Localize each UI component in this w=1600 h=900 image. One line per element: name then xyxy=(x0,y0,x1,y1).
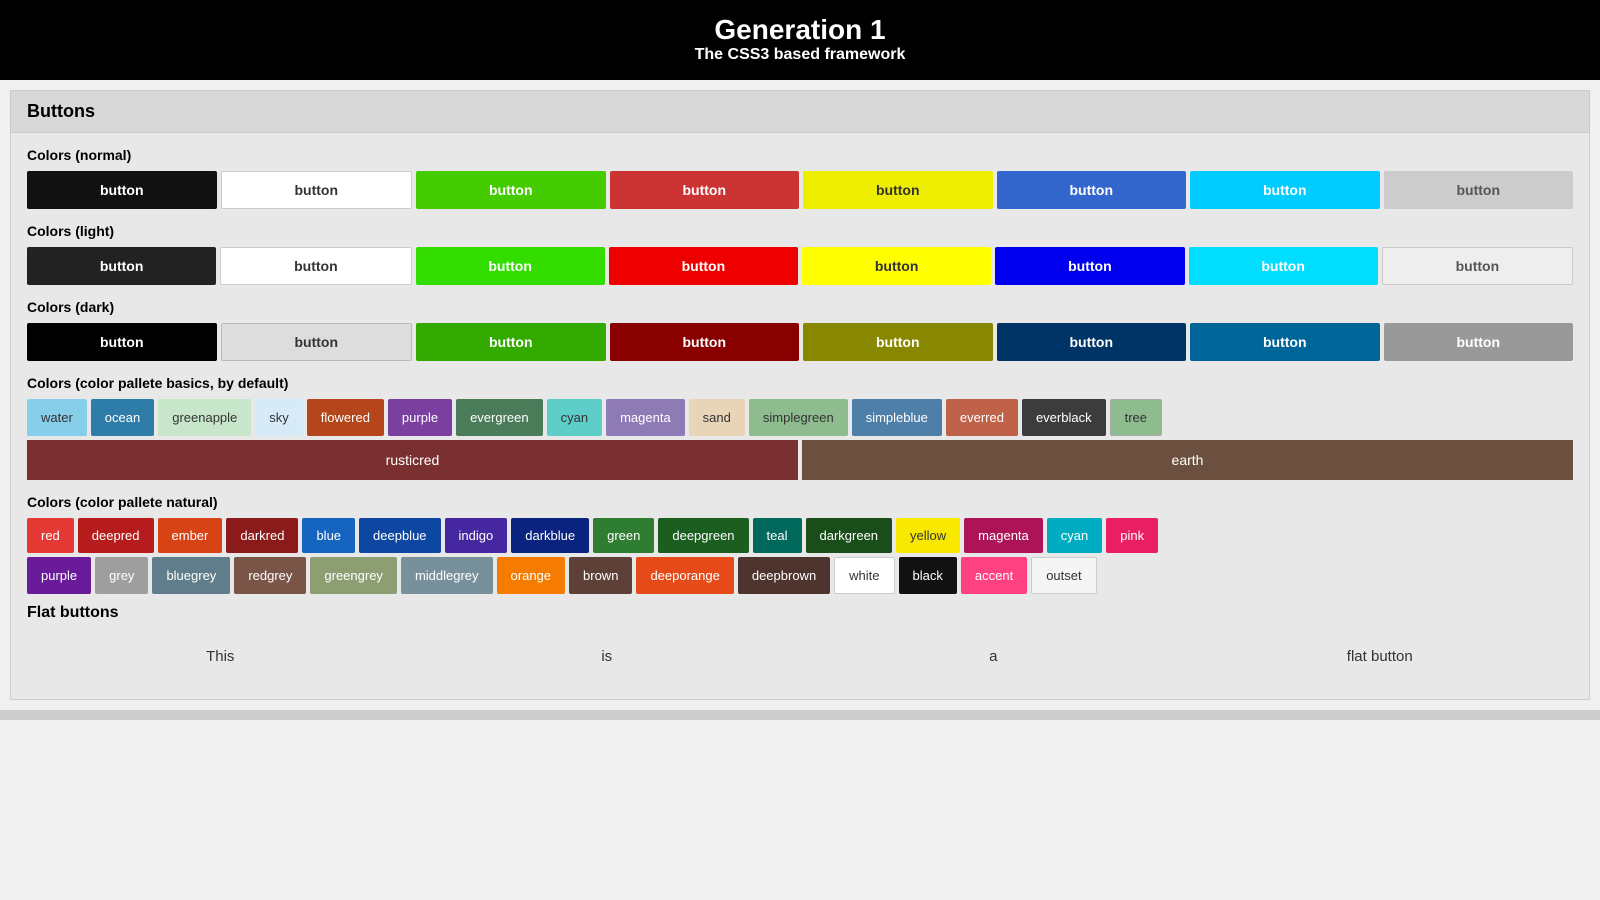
btn-black-natural[interactable]: black xyxy=(899,557,957,594)
btn-yellow-normal[interactable]: button xyxy=(803,171,993,209)
btn-white-dark[interactable]: button xyxy=(221,323,413,361)
palette-basics-row: water ocean greenapple sky flowered purp… xyxy=(27,399,1573,436)
section-title: Buttons xyxy=(11,91,1589,133)
btn-greengrey[interactable]: greengrey xyxy=(310,557,397,594)
btn-accent[interactable]: accent xyxy=(961,557,1027,594)
btn-purple[interactable]: purple xyxy=(27,557,91,594)
natural-row1: red deepred ember darkred blue deepblue … xyxy=(27,518,1573,553)
btn-green-normal[interactable]: button xyxy=(416,171,606,209)
btn-darkgreen[interactable]: darkgreen xyxy=(806,518,893,553)
btn-deepblue[interactable]: deepblue xyxy=(359,518,441,553)
btn-black-normal[interactable]: button xyxy=(27,171,217,209)
btn-magenta-palette[interactable]: magenta xyxy=(606,399,685,436)
btn-blue-dark[interactable]: button xyxy=(997,323,1187,361)
colors-natural-label: Colors (color pallete natural) xyxy=(27,494,1573,510)
btn-teal[interactable]: teal xyxy=(753,518,802,553)
btn-yellow[interactable]: yellow xyxy=(896,518,960,553)
light-button-row: button button button button button butto… xyxy=(27,247,1573,285)
wide-btn-row: rusticred earth xyxy=(27,440,1573,480)
page-header: Generation 1 The CSS3 based framework xyxy=(0,0,1600,80)
btn-green-light[interactable]: button xyxy=(416,247,605,285)
btn-blue-light[interactable]: button xyxy=(995,247,1184,285)
btn-white-normal[interactable]: button xyxy=(221,171,413,209)
btn-greenapple[interactable]: greenapple xyxy=(158,399,251,436)
btn-ember[interactable]: ember xyxy=(158,518,223,553)
btn-white2-light[interactable]: button xyxy=(1382,247,1573,285)
btn-white[interactable]: white xyxy=(834,557,894,594)
btn-magenta[interactable]: magenta xyxy=(964,518,1043,553)
btn-cyan[interactable]: cyan xyxy=(1047,518,1102,553)
btn-simpleblue[interactable]: simpleblue xyxy=(852,399,942,436)
btn-yellow-light[interactable]: button xyxy=(802,247,991,285)
btn-green-dark[interactable]: button xyxy=(416,323,606,361)
flat-btn-is[interactable]: is xyxy=(414,634,801,679)
btn-green[interactable]: green xyxy=(593,518,654,553)
btn-darkred[interactable]: darkred xyxy=(226,518,298,553)
btn-red-light[interactable]: button xyxy=(609,247,798,285)
btn-white-light[interactable]: button xyxy=(220,247,411,285)
btn-red[interactable]: red xyxy=(27,518,74,553)
colors-normal-label: Colors (normal) xyxy=(27,147,1573,163)
btn-red-dark[interactable]: button xyxy=(610,323,800,361)
btn-yellow-dark[interactable]: button xyxy=(803,323,993,361)
btn-earth[interactable]: earth xyxy=(802,440,1573,480)
btn-cyan-palette[interactable]: cyan xyxy=(547,399,602,436)
btn-deeporange[interactable]: deeporange xyxy=(636,557,733,594)
btn-sand[interactable]: sand xyxy=(689,399,745,436)
flat-btn-this[interactable]: This xyxy=(27,634,414,679)
btn-pink[interactable]: pink xyxy=(1106,518,1158,553)
btn-grey-normal[interactable]: button xyxy=(1384,171,1574,209)
btn-evergreen[interactable]: evergreen xyxy=(456,399,543,436)
btn-middlegrey[interactable]: middlegrey xyxy=(401,557,493,594)
flat-button-row: This is a flat button xyxy=(27,634,1573,679)
flat-btn-flat[interactable]: flat button xyxy=(1187,634,1574,679)
flat-buttons-label: Flat buttons xyxy=(27,604,1573,622)
btn-darkblue[interactable]: darkblue xyxy=(511,518,589,553)
colors-light-label: Colors (light) xyxy=(27,223,1573,239)
btn-red-normal[interactable]: button xyxy=(610,171,800,209)
btn-deepbrown[interactable]: deepbrown xyxy=(738,557,830,594)
page-subtitle: The CSS3 based framework xyxy=(0,46,1600,64)
btn-flowered[interactable]: flowered xyxy=(307,399,384,436)
btn-sky[interactable]: sky xyxy=(255,399,303,436)
btn-simplegreen[interactable]: simplegreen xyxy=(749,399,848,436)
btn-rusticred[interactable]: rusticred xyxy=(27,440,798,480)
page-title: Generation 1 xyxy=(0,14,1600,46)
btn-redgrey[interactable]: redgrey xyxy=(234,557,306,594)
btn-indigo[interactable]: indigo xyxy=(445,518,508,553)
dark-button-row: button button button button button butto… xyxy=(27,323,1573,361)
btn-cyan-normal[interactable]: button xyxy=(1190,171,1380,209)
colors-palette-label: Colors (color pallete basics, by default… xyxy=(27,375,1573,391)
btn-black-dark[interactable]: button xyxy=(27,323,217,361)
btn-black-light[interactable]: button xyxy=(27,247,216,285)
btn-cyan-light[interactable]: button xyxy=(1189,247,1378,285)
btn-brown[interactable]: brown xyxy=(569,557,632,594)
natural-row2: purple grey bluegrey redgrey greengrey m… xyxy=(27,557,1573,594)
btn-deepred[interactable]: deepred xyxy=(78,518,154,553)
normal-button-row: button button button button button butto… xyxy=(27,171,1573,209)
btn-purple-palette[interactable]: purple xyxy=(388,399,452,436)
btn-tree[interactable]: tree xyxy=(1110,399,1162,436)
btn-everred[interactable]: everred xyxy=(946,399,1018,436)
btn-outset[interactable]: outset xyxy=(1031,557,1096,594)
btn-ocean[interactable]: ocean xyxy=(91,399,154,436)
colors-dark-label: Colors (dark) xyxy=(27,299,1573,315)
btn-everblack[interactable]: everblack xyxy=(1022,399,1106,436)
btn-blue[interactable]: blue xyxy=(302,518,355,553)
btn-cyan-dark[interactable]: button xyxy=(1190,323,1380,361)
btn-bluegrey[interactable]: bluegrey xyxy=(152,557,230,594)
main-container: Buttons Colors (normal) button button bu… xyxy=(10,90,1590,700)
btn-blue-normal[interactable]: button xyxy=(997,171,1187,209)
btn-orange[interactable]: orange xyxy=(497,557,565,594)
btn-grey-dark[interactable]: button xyxy=(1384,323,1574,361)
btn-deepgreen[interactable]: deepgreen xyxy=(658,518,748,553)
bottom-bar xyxy=(0,710,1600,720)
flat-btn-a[interactable]: a xyxy=(800,634,1187,679)
btn-grey[interactable]: grey xyxy=(95,557,148,594)
btn-water[interactable]: water xyxy=(27,399,87,436)
